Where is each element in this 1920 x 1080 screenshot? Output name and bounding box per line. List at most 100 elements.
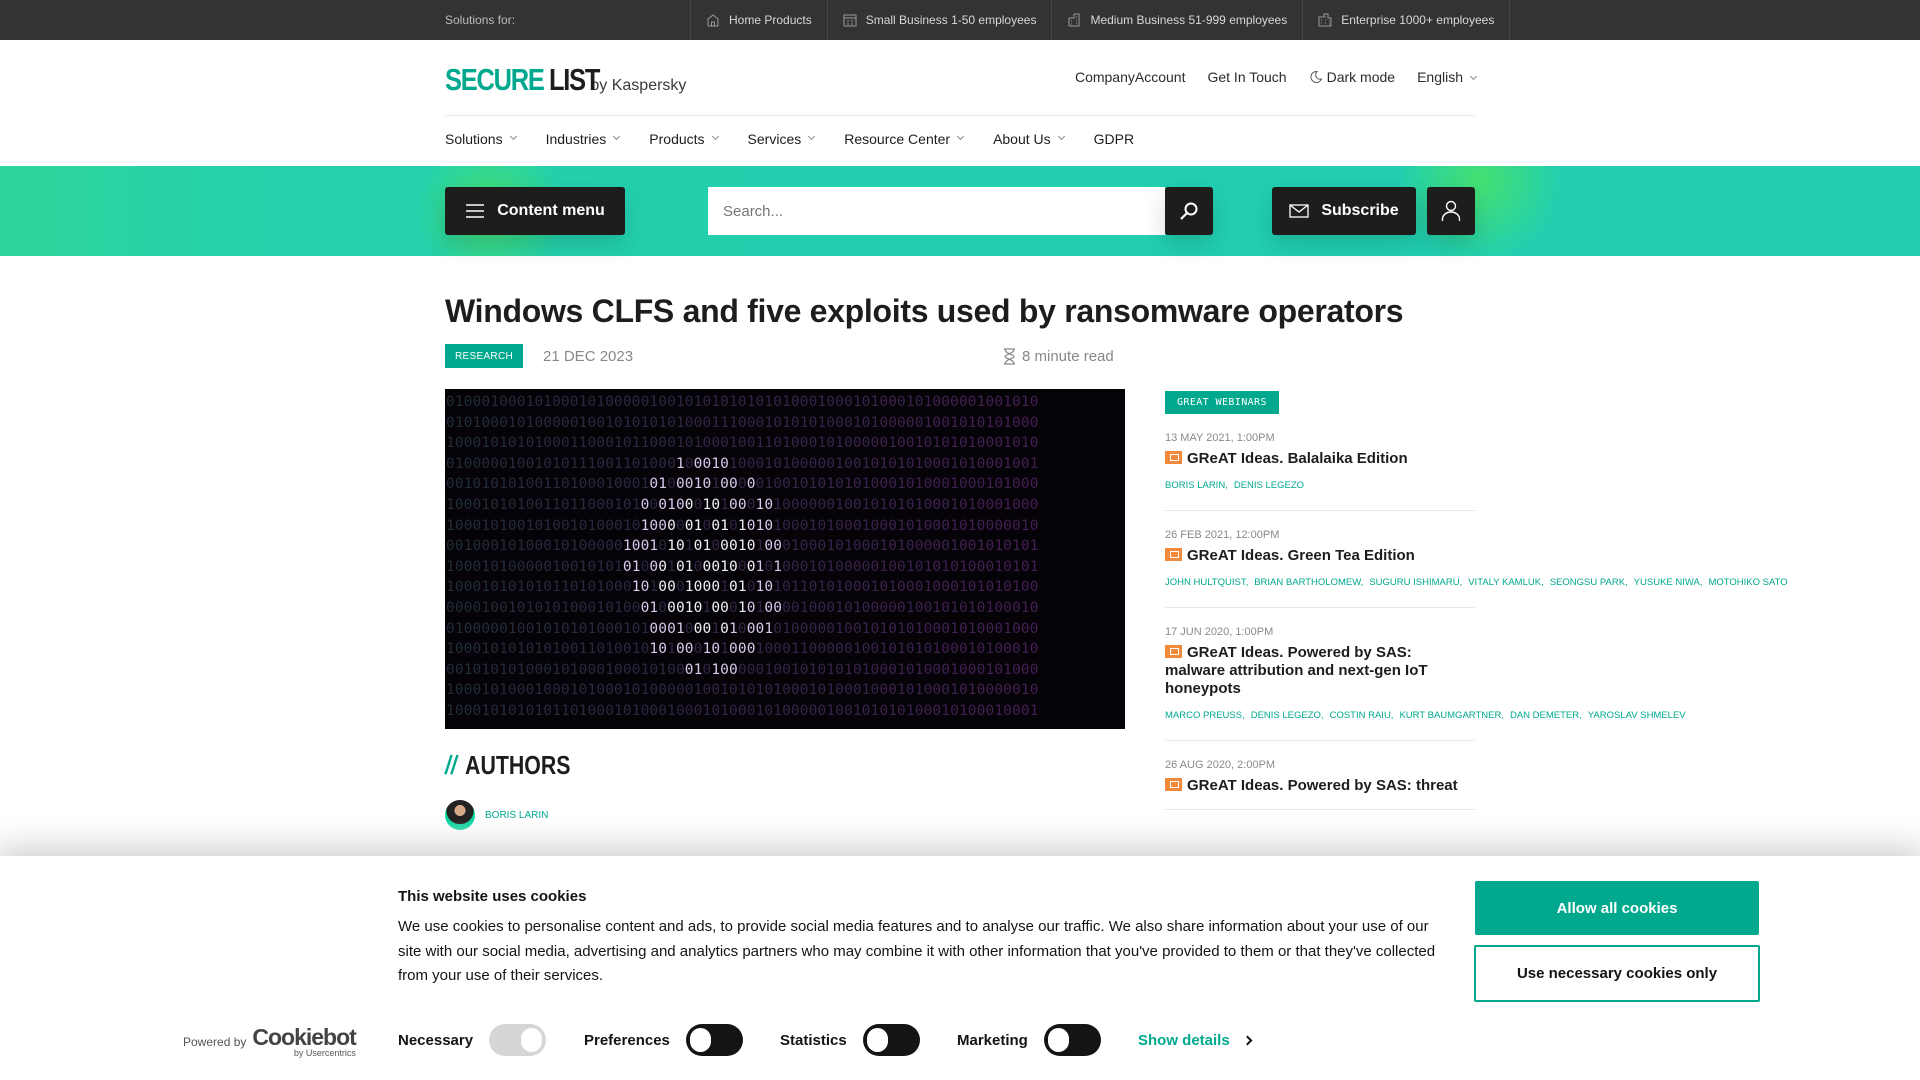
webinar-laptop-icon xyxy=(1165,778,1182,791)
subscribe-button[interactable]: Subscribe xyxy=(1272,187,1416,235)
authors-heading: // AUTHORS xyxy=(445,750,570,781)
webinar-author-link[interactable]: COSTIN RAIU, xyxy=(1330,710,1394,721)
webinar-title: GReAT Ideas. Balalaika Edition xyxy=(1187,450,1408,467)
binary-row: 0010001010001010000010010101010001010001… xyxy=(446,538,1039,555)
statistics-switch[interactable] xyxy=(862,1024,920,1056)
webinar-author-link[interactable]: DAN DEMETER, xyxy=(1510,710,1582,721)
great-webinars-tag[interactable]: GREAT WEBINARS xyxy=(1165,391,1279,414)
webinar-author-link[interactable]: SUGURU ISHIMARU, xyxy=(1369,577,1462,588)
dark-mode-label: Dark mode xyxy=(1326,69,1396,85)
webinar-author-link[interactable]: DENIS LEGEZO xyxy=(1234,480,1304,491)
segment-medium-business[interactable]: Medium Business 51-999 employees xyxy=(1051,0,1302,40)
page-fade xyxy=(0,820,1920,860)
webinar-author-link[interactable]: BORIS LARIN, xyxy=(1165,480,1228,491)
segment-enterprise[interactable]: Enterprise 1000+ employees xyxy=(1302,0,1511,40)
cookiebot-name: Cookiebot xyxy=(252,1024,356,1050)
webinar-title: GReAT Ideas. Powered by SAS: threat xyxy=(1187,777,1458,794)
segment-label: Enterprise 1000+ employees xyxy=(1341,13,1495,27)
webinar-date: 17 JUN 2020, 1:00PM xyxy=(1165,626,1274,638)
binary-row: 0100010001010001010000010010101010101010… xyxy=(446,394,1039,410)
webinar-author-link[interactable]: DENIS LEGEZO, xyxy=(1251,710,1324,721)
nav-solutions[interactable]: Solutions xyxy=(445,131,517,147)
chevron-right-icon xyxy=(1242,1035,1253,1046)
toggle-label: Necessary xyxy=(398,1031,474,1049)
nav-about-us[interactable]: About Us xyxy=(993,131,1065,147)
content-menu-label: Content menu xyxy=(497,202,605,219)
nav-label: Services xyxy=(747,131,802,147)
binary-row: 0101000101000001001010101010001110001010… xyxy=(446,414,1039,431)
webinar-author-link[interactable]: JOHN HULTQUIST, xyxy=(1165,577,1248,588)
segment-home-products[interactable]: Home Products xyxy=(690,0,827,40)
content-menu-button[interactable]: Content menu xyxy=(445,187,625,235)
webinar-title: GReAT Ideas. Powered by SAS: malware att… xyxy=(1165,644,1428,697)
nav-resource-center[interactable]: Resource Center xyxy=(844,131,965,147)
binary-row: 0100000100101010100010100010001010001010… xyxy=(446,620,1039,637)
nav-industries[interactable]: Industries xyxy=(545,131,621,147)
webinar-author-link[interactable]: MOTOHIKO SATO xyxy=(1708,577,1787,588)
show-details-link[interactable]: Show details xyxy=(1138,1032,1253,1049)
cookie-title: This website uses cookies xyxy=(398,888,587,905)
webinar-title-link[interactable]: GReAT Ideas. Powered by SAS: threat xyxy=(1165,777,1475,795)
powered-by-cookiebot[interactable]: Powered by Cookiebot by Usercentrics xyxy=(183,1024,357,1058)
chevron-down-icon xyxy=(1057,132,1065,140)
search-button[interactable] xyxy=(1165,187,1213,235)
user-account-button[interactable] xyxy=(1427,187,1475,235)
necessary-cookies-only-button[interactable]: Use necessary cookies only xyxy=(1474,945,1760,1002)
toggle-necessary: Necessary xyxy=(398,1024,547,1056)
webinar-author-link[interactable]: YAROSLAV SHMELEV xyxy=(1588,710,1686,721)
webinar-author-link[interactable]: VITALY KAMLUK, xyxy=(1468,577,1544,588)
toggle-label: Statistics xyxy=(780,1031,847,1049)
webinar-author-link[interactable]: KURT BAUMGARTNER, xyxy=(1399,710,1504,721)
nav-products[interactable]: Products xyxy=(649,131,719,147)
toggle-statistics: Statistics xyxy=(780,1024,920,1056)
marketing-switch[interactable] xyxy=(1043,1024,1101,1056)
toggle-label: Preferences xyxy=(584,1031,670,1049)
search-input[interactable] xyxy=(708,187,1165,235)
company-account-link[interactable]: CompanyAccount xyxy=(1075,69,1186,85)
language-select[interactable]: English xyxy=(1417,69,1478,85)
nav-label: Industries xyxy=(545,131,607,147)
segment-small-business[interactable]: Small Business 1-50 employees xyxy=(826,0,1052,40)
webinar-title: GReAT Ideas. Green Tea Edition xyxy=(1187,547,1415,564)
webinar-card: 26 FEB 2021, 12:00PM GReAT Ideas. Green T… xyxy=(1165,511,1788,608)
binary-row: 1000101000001001010101000101000100010100… xyxy=(446,558,1039,575)
webinar-author-link[interactable]: SEONGSU PARK, xyxy=(1550,577,1628,588)
enterprise-building-icon xyxy=(1318,13,1332,27)
webinar-authors: BORIS LARIN, DENIS LEGEZO xyxy=(1165,476,1475,496)
binary-row: 1000101010101001101001010100010100010001… xyxy=(446,641,1039,658)
search-icon xyxy=(1180,202,1198,220)
segment-label: Home Products xyxy=(729,13,812,27)
nav-services[interactable]: Services xyxy=(747,131,816,147)
binary-row: 1000101001010010100010100000100101010100… xyxy=(446,517,1039,534)
webinar-author-link[interactable]: MARCO PREUSS, xyxy=(1165,710,1245,721)
logo-secure: SECURE xyxy=(445,62,545,97)
article-title: Windows CLFS and five exploits used by r… xyxy=(445,293,1404,329)
get-in-touch-link[interactable]: Get In Touch xyxy=(1207,69,1286,85)
category-tag-research[interactable]: RESEARCH xyxy=(445,344,523,368)
nav-gdpr[interactable]: GDPR xyxy=(1094,131,1134,147)
securelist-logo[interactable]: SECURE LIST by Kaspersky xyxy=(445,62,686,98)
webinar-author-link[interactable]: BRIAN BARTHOLOMEW, xyxy=(1254,577,1363,588)
allow-all-cookies-button[interactable]: Allow all cookies xyxy=(1475,881,1759,935)
webinar-authors: JOHN HULTQUIST, BRIAN BARTHOLOMEW, SUGURU … xyxy=(1165,573,1788,593)
dark-mode-toggle[interactable]: Dark mode xyxy=(1309,69,1395,85)
show-details-label: Show details xyxy=(1138,1032,1230,1049)
cookiebot-sub: by Usercentrics xyxy=(293,1048,356,1058)
webinar-date: 26 FEB 2021, 12:00PM xyxy=(1165,529,1280,541)
medium-building-icon xyxy=(1068,13,1080,27)
webinar-date: 13 MAY 2021, 1:00PM xyxy=(1165,432,1275,444)
preferences-switch[interactable] xyxy=(685,1024,743,1056)
webinar-author-link[interactable]: YUSUKE NIWA, xyxy=(1634,577,1703,588)
powered-by-label: Powered by xyxy=(183,1035,247,1049)
nav-label: Resource Center xyxy=(844,131,951,147)
article-date: 21 DEC 2023 xyxy=(543,348,634,365)
webinar-title-link[interactable]: GReAT Ideas. Powered by SAS: malware att… xyxy=(1165,644,1475,698)
read-time-label: 8 minute read xyxy=(1022,348,1114,365)
webinar-authors: MARCO PREUSS, DENIS LEGEZO, COSTIN RAIU, KU… xyxy=(1165,706,1686,726)
chevron-down-icon xyxy=(613,132,621,140)
webinar-title-link[interactable]: GReAT Ideas. Balalaika Edition xyxy=(1165,450,1475,468)
chevron-down-icon xyxy=(1469,72,1478,81)
header-links: CompanyAccount Get In Touch Dark mode En… xyxy=(1075,69,1478,85)
binary-row: 0100000100101011100110100010001010001010… xyxy=(446,455,1039,472)
webinar-title-link[interactable]: GReAT Ideas. Green Tea Edition xyxy=(1165,547,1475,565)
